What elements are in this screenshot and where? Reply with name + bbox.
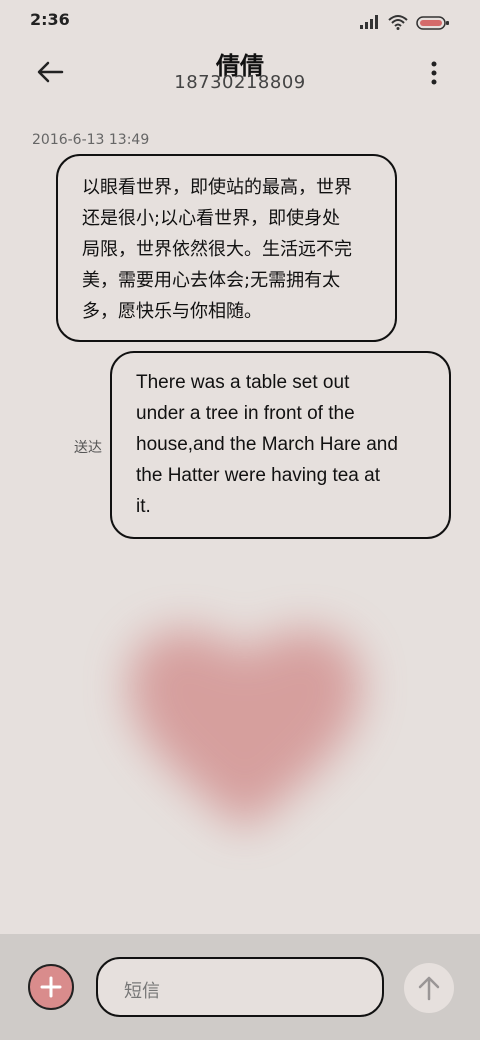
wifi-icon (388, 15, 408, 30)
status-bar: 2:36 (0, 0, 480, 44)
incoming-message-line: 以眼看世界，即使站的最高，世界 (82, 177, 352, 198)
add-attachment-button[interactable] (28, 964, 74, 1010)
signal-icon (360, 15, 378, 29)
message-input-placeholder: 短信 (124, 981, 160, 1002)
send-button[interactable] (404, 963, 454, 1013)
incoming-message-line: 美，需要用心去体会;无需拥有太 (82, 270, 341, 291)
send-arrow-icon (418, 976, 440, 1001)
outgoing-message-line: the Hatter were having tea at (136, 465, 380, 486)
delivery-status: 送达 (74, 440, 102, 456)
outgoing-message-line: house,and the March Hare and (136, 434, 398, 455)
status-icons (346, 10, 456, 32)
incoming-message-line: 多，愿快乐与你相随。 (82, 301, 262, 322)
outgoing-message-line: it. (136, 496, 151, 517)
incoming-message-bubble[interactable]: 以眼看世界，即使站的最高，世界 还是很小;以心看世界，即使身处 局限，世界依然很… (56, 154, 397, 342)
outgoing-message-line: under a tree in front of the (136, 403, 355, 424)
message-timestamp: 2016-6-13 13:49 (32, 132, 150, 148)
background-heart-decoration (128, 629, 362, 830)
more-vertical-icon[interactable] (428, 58, 440, 88)
incoming-message-line: 还是很小;以心看世界，即使身处 (82, 208, 341, 229)
message-input[interactable]: 短信 (96, 957, 384, 1017)
outgoing-message-bubble[interactable]: There was a table set out under a tree i… (110, 351, 451, 539)
status-time: 2:36 (30, 10, 70, 29)
outgoing-message-line: There was a table set out (136, 372, 350, 393)
contact-phone: 18730218809 (174, 72, 306, 93)
incoming-message-line: 局限，世界依然很大。生活远不完 (82, 239, 352, 260)
conversation-header: 倩倩 18730218809 (0, 44, 480, 108)
battery-icon (416, 16, 449, 30)
plus-icon (40, 976, 62, 998)
